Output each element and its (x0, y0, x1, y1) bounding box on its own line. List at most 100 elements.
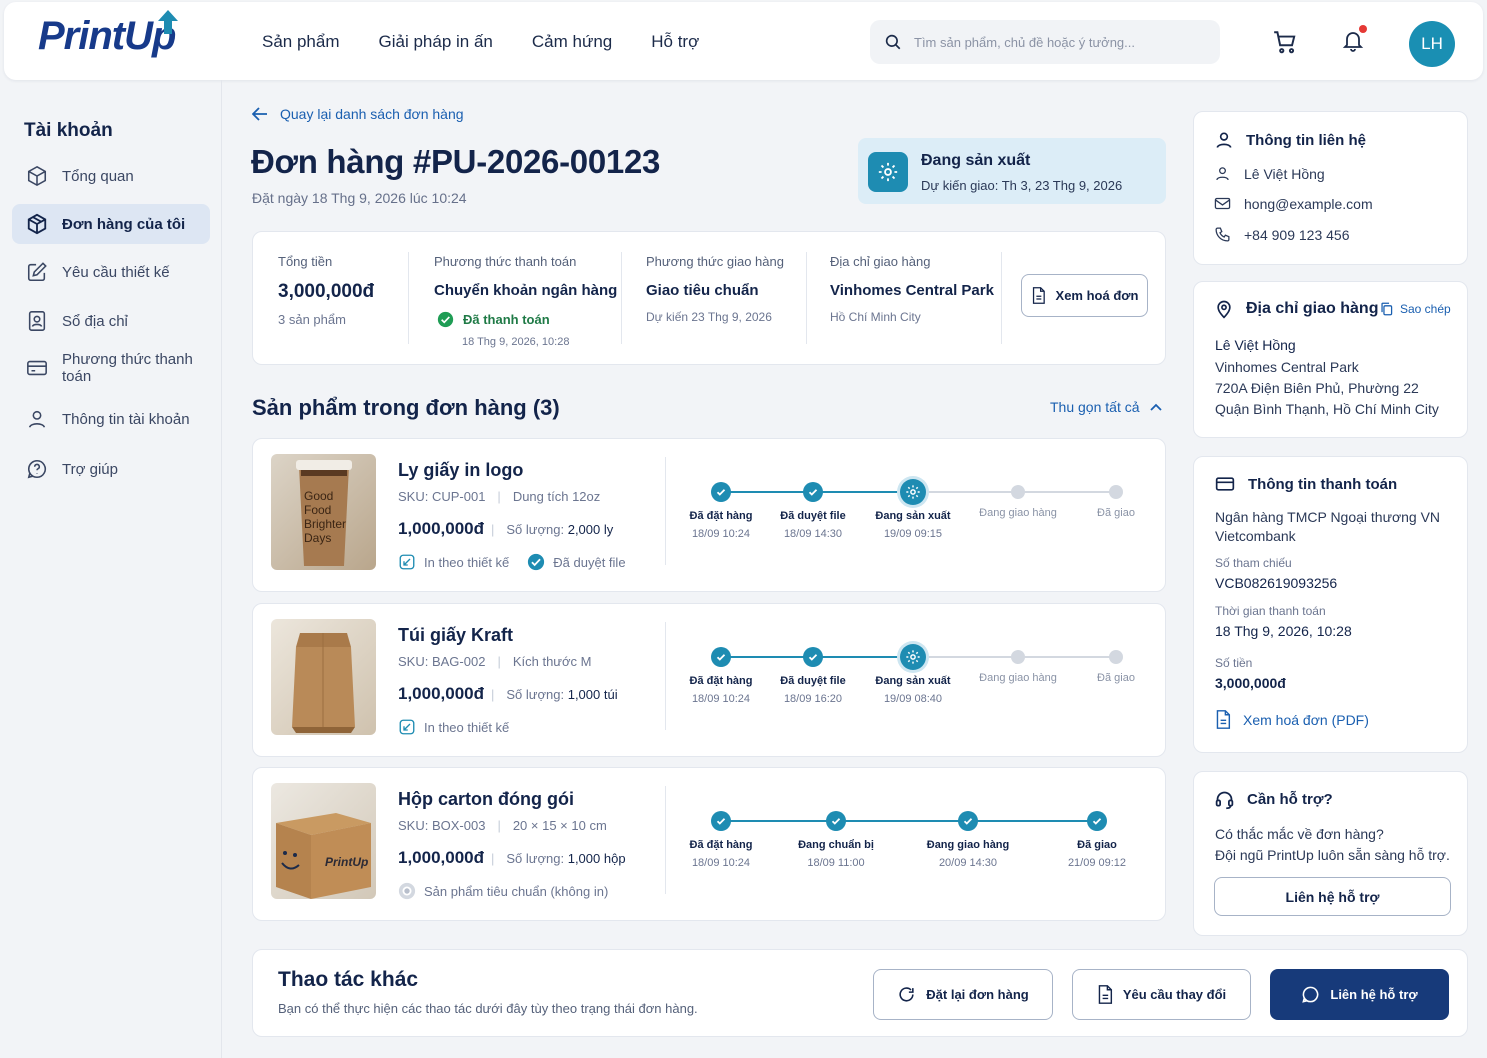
product-card-bag[interactable]: Túi giấy Kraft SKU: BAG-002 | Kích thước M… (252, 603, 1166, 757)
sidebar-item-my-orders[interactable]: Đơn hàng của tôi (12, 204, 210, 244)
tag-file-approved: Đã duyệt file (527, 553, 626, 571)
shipping-eta: Dự kiến 23 Thg 9, 2026 (646, 310, 772, 324)
shipping-line-1: Vinhomes Central Park (1215, 359, 1359, 375)
cup-print-line-3: Brighter (304, 517, 346, 531)
pending-dot-icon (1011, 650, 1025, 664)
other-actions-subtitle: Bạn có thể thực hiện các thao tác dưới đ… (278, 1001, 698, 1016)
product-price: 1,000,000đ (398, 684, 485, 703)
cart-icon (1274, 31, 1296, 54)
contact-phone[interactable]: +84 909 123 456 (1214, 226, 1350, 243)
timeline-step: Đang giao hàng 20/09 14:30 (920, 808, 1016, 869)
sidebar-item-address-book[interactable]: Sổ địa chỉ (12, 301, 210, 341)
timeline-step-label: Đang sản xuất (875, 510, 951, 522)
meta-separator: | (491, 851, 495, 866)
arrow-left-icon (252, 107, 267, 121)
sidebar-item-label: Đơn hàng của tôi (62, 215, 186, 233)
support-line-2: Đội ngũ PrintUp luôn sẵn sàng hỗ trợ. (1215, 847, 1450, 863)
notifications-button[interactable] (1337, 24, 1369, 56)
payment-time: 18 Thg 9, 2026, 10:28 (462, 336, 570, 348)
shipping-name: Lê Việt Hồng (1215, 337, 1296, 353)
product-name[interactable]: Ly giấy in logo (398, 460, 523, 481)
quantity-label: Số lượng: (506, 522, 565, 537)
request-change-button[interactable]: Yêu cầu thay đổi (1072, 969, 1251, 1020)
payment-method-label: Phương thức thanh toán (434, 254, 577, 269)
sidebar-title: Tài khoản (24, 120, 113, 141)
contact-email-value: hong@example.com (1244, 195, 1373, 212)
sidebar-item-label: Phương thức thanh toán (62, 351, 193, 385)
product-name[interactable]: Hộp carton đóng gói (398, 789, 574, 810)
sidebar-item-overview[interactable]: Tổng quan (12, 156, 210, 196)
design-print-icon (399, 554, 415, 570)
timeline-step: Đã giao (1068, 479, 1164, 519)
timeline-step-label: Đã giao (1097, 672, 1135, 684)
tag-label: Sản phẩm tiêu chuẩn (không in) (424, 883, 609, 899)
help-icon (27, 459, 46, 479)
user-icon (1216, 167, 1229, 181)
timeline-step: Đang sản xuất 19/09 09:15 (865, 479, 961, 540)
amount-value: 3,000,000đ (1215, 675, 1286, 691)
copy-address-button[interactable]: Sao chép (1380, 302, 1451, 316)
top-navigation-bar: PrintUp Sản phẩm Giải pháp in ấn Cảm hứn… (4, 2, 1483, 80)
order-summary-card: Tổng tiền 3,000,000đ 3 sản phẩm Phương t… (252, 231, 1166, 365)
search-input[interactable] (914, 34, 1204, 50)
back-to-orders-link[interactable]: Quay lại danh sách đơn hàng (252, 106, 464, 122)
timeline-step-label: Đã đặt hàng (689, 510, 753, 522)
contact-phone-value: +84 909 123 456 (1244, 226, 1350, 243)
view-invoice-pdf-link[interactable]: Xem hoá đơn (PDF) (1215, 710, 1369, 729)
timeline-step-label: Đã duyệt file (780, 675, 846, 687)
document-icon (1216, 710, 1231, 729)
timeline-step-time: 20/09 14:30 (938, 857, 998, 869)
sidebar-item-account-info[interactable]: Thông tin tài khoản (12, 399, 210, 439)
product-sku: SKU: BOX-003 (398, 818, 486, 833)
contact-email[interactable]: hong@example.com (1214, 195, 1373, 212)
contact-support-button[interactable]: Liên hệ hỗ trợ (1270, 969, 1449, 1020)
product-spec: Kích thước M (512, 654, 592, 669)
check-icon (711, 647, 731, 667)
credit-card-icon (27, 360, 47, 376)
timeline-step-time: 21/09 09:12 (1067, 857, 1127, 869)
view-invoice-button[interactable]: Xem hoá đơn (1021, 274, 1148, 317)
printup-logo[interactable]: PrintUp (38, 10, 178, 59)
sidebar-item-design-requests[interactable]: Yêu cầu thiết kế (12, 252, 210, 292)
shipping-title-label: Địa chỉ giao hàng (1246, 300, 1379, 317)
meta-separator: | (497, 489, 501, 504)
total-count: 3 sản phẩm (278, 312, 346, 327)
product-meta: SKU: CUP-001 | Dung tích 12oz (398, 489, 600, 504)
sidebar-item-help[interactable]: Trợ giúp (12, 449, 210, 489)
product-meta: SKU: BOX-003 | 20 × 15 × 10 cm (398, 818, 607, 833)
notification-badge (1359, 25, 1367, 33)
total-section: Tổng tiền 3,000,000đ 3 sản phẩm (278, 254, 374, 327)
divider (665, 786, 666, 894)
check-icon (826, 811, 846, 831)
shipping-method-section: Phương thức giao hàng Giao tiêu chuẩn Dự… (646, 254, 784, 324)
delivery-address-section: Địa chỉ giao hàng Vinhomes Central Park … (830, 254, 994, 324)
timeline-step-label: Đã duyệt file (780, 510, 846, 522)
support-card: Cần hỗ trợ? Có thắc mắc về đơn hàng? Đội… (1193, 771, 1468, 936)
sidebar: Tài khoản Tổng quan Đơn hàng của tôi Yêu… (0, 80, 222, 1058)
meta-separator: | (497, 818, 501, 833)
avatar[interactable]: LH (1409, 21, 1455, 67)
view-invoice-label: Xem hoá đơn (1055, 288, 1139, 303)
document-icon (1098, 985, 1112, 1004)
product-card-cup[interactable]: Good Food Brighter Days Ly giấy in logo … (252, 438, 1166, 592)
nav-inspiration[interactable]: Cảm hứng (532, 32, 612, 52)
contact-name: Lê Việt Hồng (1214, 165, 1325, 182)
nav-products[interactable]: Sản phẩm (262, 32, 340, 52)
payment-info-title: Thông tin thanh toán (1214, 474, 1397, 494)
nav-support[interactable]: Hỗ trợ (651, 32, 699, 52)
sidebar-item-label: Tổng quan (62, 167, 134, 185)
tag-standard-product: Sản phẩm tiêu chuẩn (không in) (398, 882, 608, 900)
product-card-box[interactable]: PrintUp Hộp carton đóng gói SKU: BOX-003… (252, 767, 1166, 921)
support-title-label: Cần hỗ trợ? (1247, 791, 1333, 808)
collapse-all-link[interactable]: Thu gọn tất cả (1050, 399, 1162, 415)
product-name[interactable]: Túi giấy Kraft (398, 625, 513, 646)
reference-label: Số tham chiếu (1215, 556, 1292, 570)
invoice-pdf-label: Xem hoá đơn (PDF) (1243, 711, 1369, 728)
refresh-icon (899, 987, 914, 1002)
nav-printing-solutions[interactable]: Giải pháp in ấn (379, 32, 493, 52)
contact-support-button-side[interactable]: Liên hệ hỗ trợ (1214, 877, 1451, 916)
timeline-step-label: Đang giao hàng (926, 839, 1010, 851)
sidebar-item-payment-methods[interactable]: Phương thức thanh toán (12, 348, 210, 388)
reorder-button[interactable]: Đặt lại đơn hàng (873, 969, 1053, 1020)
cart-button[interactable] (1269, 26, 1301, 58)
